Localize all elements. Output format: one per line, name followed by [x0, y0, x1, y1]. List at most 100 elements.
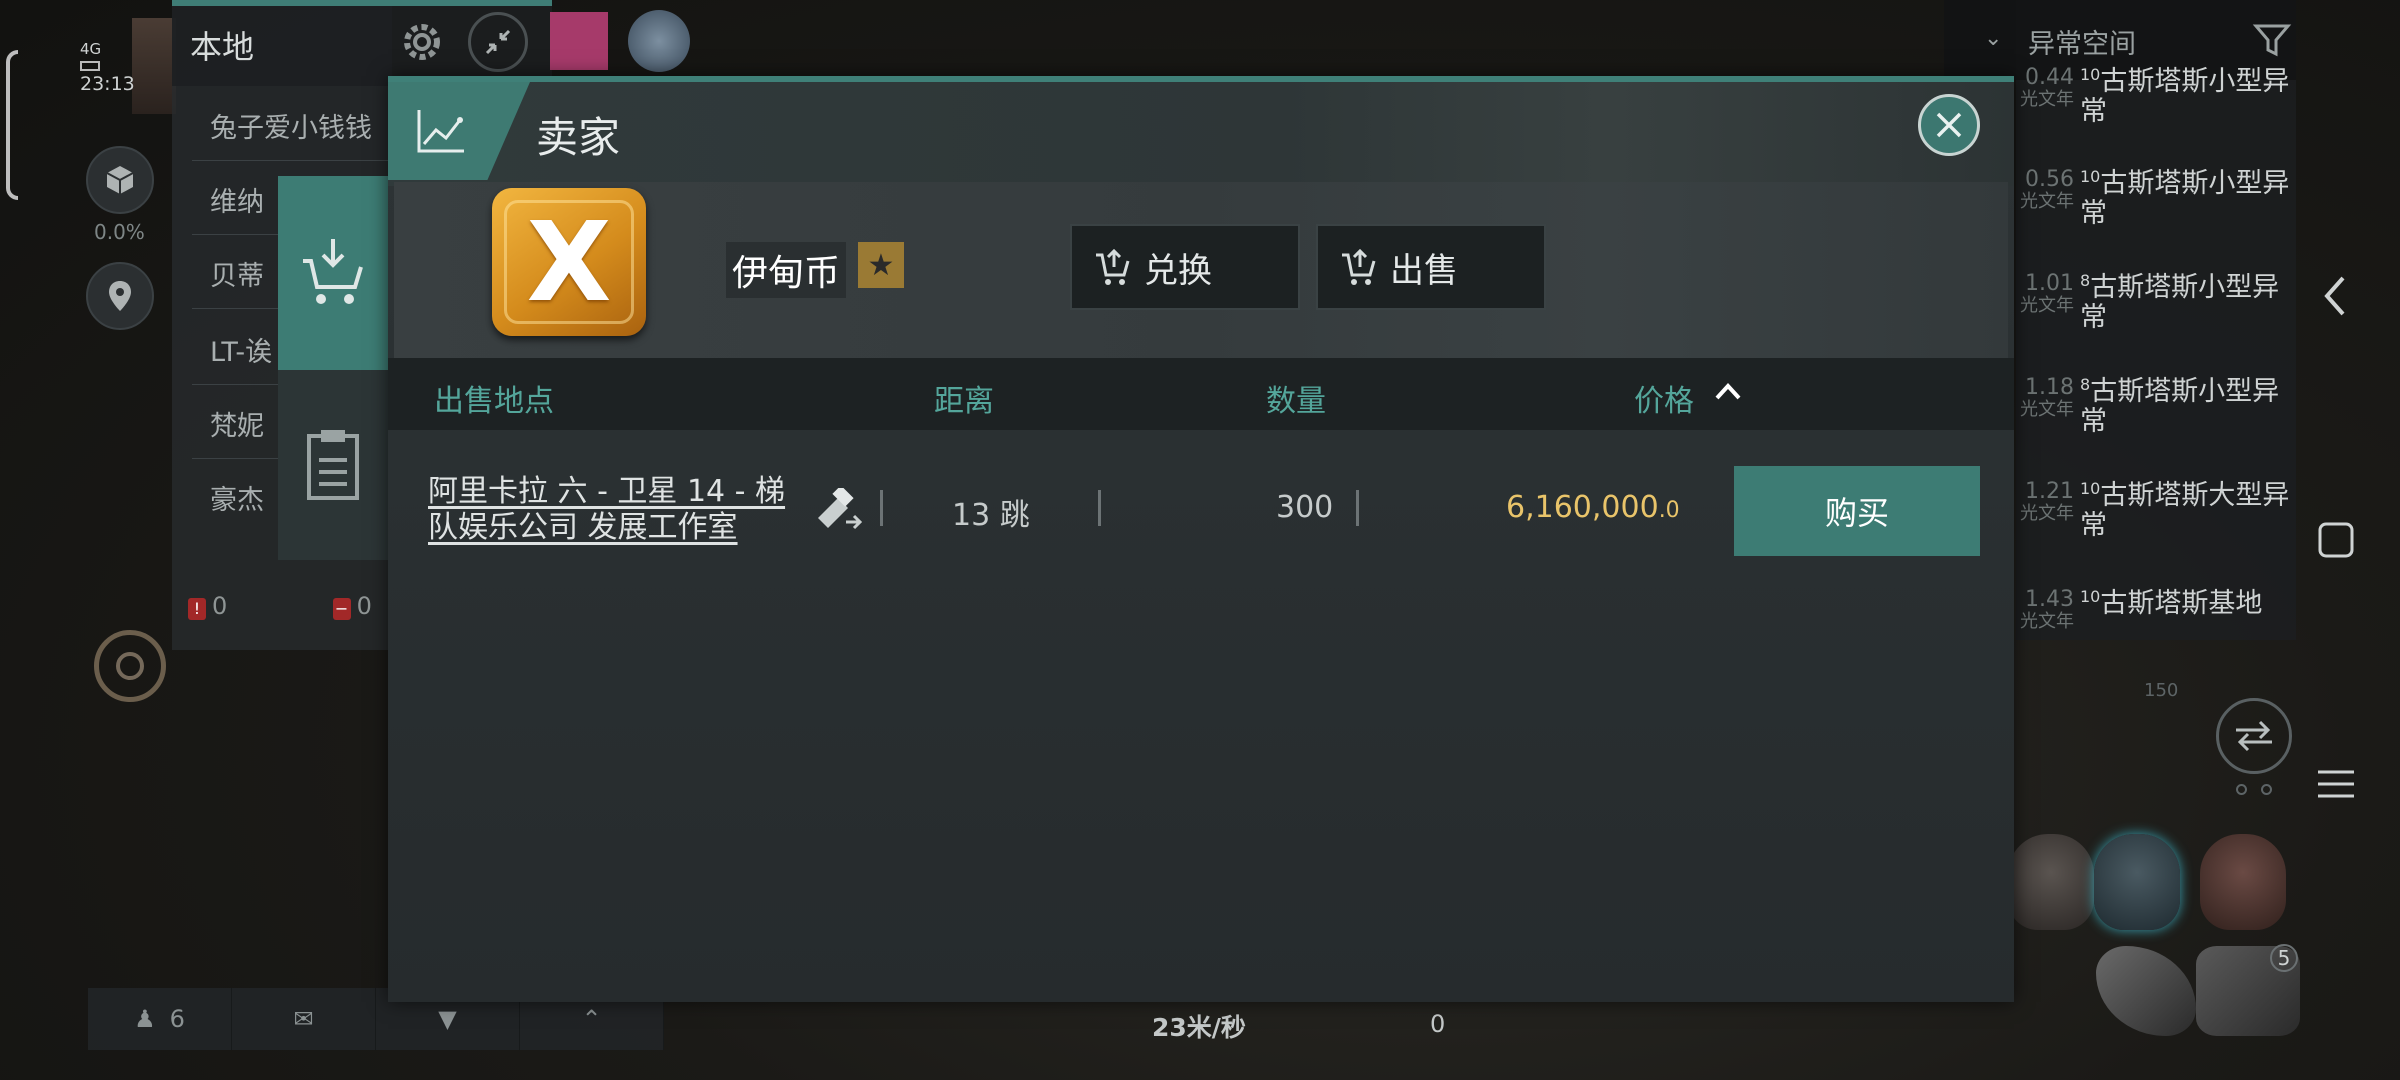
anomaly-row[interactable]: 1.01 光文年 8古斯塔斯小型异常 — [2016, 271, 2296, 376]
route-hammer-icon[interactable] — [812, 485, 866, 538]
clipboard-icon — [307, 430, 359, 500]
signal-label: 4G — [80, 40, 102, 58]
cargo-percent: 0.0% — [94, 220, 145, 244]
anomaly-distance: 1.21 光文年 — [2020, 479, 2074, 525]
nav-home-icon[interactable] — [2316, 518, 2356, 562]
anomaly-row[interactable]: 1.21 光文年 10古斯塔斯大型异常 — [2016, 479, 2296, 584]
blocked-count: 0 — [356, 592, 372, 620]
ship-count-badge: 5 — [2270, 944, 2298, 972]
member-count: 6 — [169, 1005, 185, 1033]
envelope-icon: ✉ — [293, 1005, 314, 1033]
price-decimal: .0 — [1658, 498, 1680, 523]
cargo-button[interactable] — [86, 146, 154, 214]
exchange-button[interactable]: 兑换 — [1070, 224, 1300, 310]
anomaly-name: 8古斯塔斯小型异常 — [2080, 375, 2280, 438]
channel-avatar-1[interactable] — [550, 12, 608, 70]
local-chat-title[interactable]: 本地 — [190, 22, 254, 68]
chevron-down-icon[interactable]: ⌄ — [1984, 26, 2002, 51]
seller-dialog: 卖家 X 伊甸币 ★ 兑换 出售 出售地点 距离 数量 价格 阿里卡拉 六 - … — [388, 76, 2014, 1002]
chat-member-name[interactable]: 豪杰 — [210, 478, 264, 517]
market-chart-icon — [417, 110, 464, 153]
status-block: 4G 23:13 — [80, 40, 174, 97]
anomaly-name: 10古斯塔斯小型异常 — [2080, 167, 2290, 230]
buy-button[interactable]: 购买 — [1734, 466, 1980, 556]
sort-ascending-icon[interactable] — [1713, 378, 1743, 408]
order-quantity: 300 — [1276, 490, 1334, 525]
column-divider — [1356, 490, 1359, 526]
mail-button[interactable]: ✉ — [232, 988, 376, 1050]
channel-avatar-2[interactable] — [628, 10, 690, 72]
column-location[interactable]: 出售地点 — [434, 376, 554, 420]
item-name: 伊甸币 — [726, 242, 847, 298]
location-button[interactable] — [86, 262, 154, 330]
swap-arrows-icon[interactable] — [2216, 698, 2292, 774]
exchange-label: 兑换 — [1144, 250, 1212, 291]
anomaly-header-label[interactable]: 异常空间 — [2028, 22, 2136, 61]
anomaly-distance: 0.56 光文年 — [2020, 167, 2074, 213]
order-distance: 13 跳 — [952, 498, 1030, 533]
map-pin-icon — [109, 281, 131, 311]
coin-letter: X — [504, 198, 634, 326]
drone-icon[interactable] — [2096, 946, 2196, 1036]
eden-coin-icon[interactable]: X — [492, 188, 646, 336]
column-distance[interactable]: 距离 — [934, 376, 994, 420]
local-chat-accent — [172, 0, 552, 6]
alert-icon: ! — [188, 598, 206, 620]
dialog-header — [388, 82, 2014, 186]
blocked-icon: − — [332, 598, 351, 620]
chat-member-name[interactable]: 贝蒂 — [210, 254, 264, 293]
anomaly-distance: 1.18 光文年 — [2020, 375, 2074, 421]
cube-icon — [106, 166, 134, 194]
clock-label: 23:13 — [80, 72, 135, 95]
overview-scale: 150 — [2144, 680, 2179, 701]
star-icon[interactable]: ★ — [858, 242, 904, 288]
module-slot-icon[interactable] — [2008, 834, 2094, 930]
exchange-cart-icon — [1096, 248, 1130, 285]
sell-button[interactable]: 出售 — [1316, 224, 1546, 310]
funnel-filter-icon[interactable] — [2252, 20, 2292, 64]
armor-module-icon[interactable] — [2200, 834, 2286, 930]
anomaly-row[interactable]: 0.56 光文年 10古斯塔斯小型异常 — [2016, 167, 2296, 272]
anomaly-row[interactable]: 1.18 光文年 8古斯塔斯小型异常 — [2016, 375, 2296, 480]
sell-label: 出售 — [1390, 250, 1458, 291]
collapse-arrows-icon[interactable] — [468, 12, 528, 72]
filter-icon: ▼ — [438, 1005, 457, 1033]
members-button[interactable]: ♟ 6 — [88, 988, 232, 1050]
settings-gear-icon[interactable] — [392, 12, 452, 72]
shield-module-icon[interactable] — [2094, 834, 2180, 930]
dialog-accent-line — [388, 76, 2014, 82]
nav-menu-icon[interactable] — [2316, 762, 2356, 806]
anomaly-row[interactable]: 0.44 光文年 10古斯塔斯小型异常 — [2016, 65, 2296, 170]
orders-table-header — [388, 358, 2014, 430]
anomaly-distance: 0.44 光文年 — [2020, 65, 2074, 111]
anomaly-name: 10古斯塔斯基地 — [2080, 587, 2263, 619]
chat-divider — [192, 160, 392, 161]
anomaly-name: 10古斯塔斯小型异常 — [2080, 65, 2290, 128]
nav-back-icon[interactable] — [2316, 272, 2356, 320]
chat-member-name[interactable]: LT-诶 — [210, 330, 272, 369]
column-quantity[interactable]: 数量 — [1266, 376, 1326, 420]
target-lock-icon[interactable] — [94, 630, 166, 702]
column-price[interactable]: 价格 — [1634, 376, 1694, 420]
dialog-title: 卖家 — [536, 113, 621, 162]
tab-orders[interactable] — [278, 370, 388, 560]
order-location-link[interactable]: 阿里卡拉 六 - 卫星 14 - 梯队娱乐公司 发展工作室 — [428, 474, 808, 546]
anomaly-name: 10古斯塔斯大型异常 — [2080, 479, 2290, 542]
anomaly-row[interactable]: 1.43 光文年 10古斯塔斯基地 — [2016, 587, 2296, 692]
order-price: 6,160,000.0 — [1506, 490, 1680, 525]
battery-icon — [80, 60, 100, 71]
left-edge-handle[interactable] — [6, 50, 18, 200]
price-integer: 6,160,000 — [1506, 490, 1659, 525]
chat-counters: ! 0 −0 — [188, 592, 372, 620]
anomaly-name: 8古斯塔斯小型异常 — [2080, 271, 2280, 334]
secondary-readout: 0 — [1430, 1010, 1446, 1038]
chat-member-name[interactable]: 兔子爱小钱钱 — [210, 106, 372, 145]
speed-readout: 23米/秒 — [1152, 1013, 1246, 1042]
chat-member-name[interactable]: 维纳 — [210, 180, 264, 219]
chat-member-name[interactable]: 梵妮 — [210, 404, 264, 443]
alert-count: 0 — [212, 592, 228, 620]
close-button[interactable] — [1918, 94, 1980, 156]
tab-buy[interactable] — [278, 176, 388, 370]
chevron-up-icon: ⌃ — [581, 1005, 602, 1033]
cart-download-icon — [303, 239, 363, 304]
